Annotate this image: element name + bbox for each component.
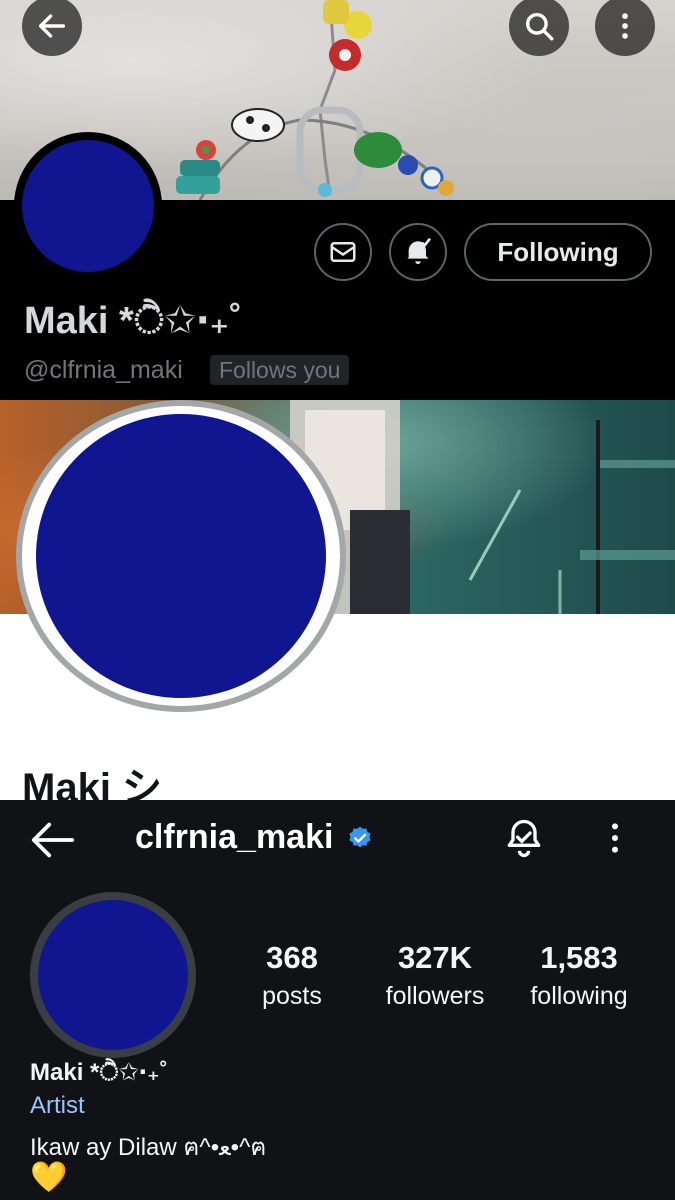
light-profile-section: Maki シ xyxy=(0,400,675,800)
avatar-image xyxy=(36,414,326,698)
avatar-image xyxy=(38,900,188,1050)
stat-label: followers xyxy=(385,982,485,1010)
more-vertical-icon[interactable] xyxy=(600,818,630,858)
stat-value: 1,583 xyxy=(540,940,618,975)
more-vertical-icon xyxy=(622,13,628,39)
bio-display-name: Maki *ੈ✩‧₊˚ xyxy=(30,1059,168,1086)
back-arrow-icon xyxy=(38,14,66,38)
following-button[interactable]: Following xyxy=(464,223,652,281)
back-arrow-icon[interactable] xyxy=(30,820,76,860)
stat-followers[interactable]: 327K followers xyxy=(375,940,495,1011)
stat-following[interactable]: 1,583 following xyxy=(518,940,640,1011)
stat-label: following xyxy=(530,982,628,1010)
bell-icon[interactable] xyxy=(502,816,546,860)
display-name: Maki *ੈ✩‧₊˚ xyxy=(24,300,243,342)
display-name: Maki シ xyxy=(22,766,163,800)
mail-icon xyxy=(330,242,356,262)
bell-check-icon xyxy=(407,237,432,264)
follows-you-badge: Follows you xyxy=(210,355,350,385)
stat-value: 327K xyxy=(397,940,473,975)
profile-avatar-large[interactable] xyxy=(16,400,346,712)
bio-category: Artist xyxy=(30,1092,85,1119)
search-icon xyxy=(525,12,554,41)
profile-avatar[interactable] xyxy=(30,892,196,1058)
avatar-ring xyxy=(22,406,340,706)
ig-profile-section: clfrnia_maki 368 posts 327K followers 1,… xyxy=(0,800,675,1200)
user-handle: @clfrnia_maki xyxy=(24,356,183,384)
username: clfrnia_maki xyxy=(135,818,334,856)
x-profile-section: Following Maki *ੈ✩‧₊˚ @clfrnia_maki Foll… xyxy=(0,0,675,400)
stat-value: 368 xyxy=(266,940,318,975)
verified-badge-icon xyxy=(349,826,371,847)
username-header: clfrnia_maki xyxy=(135,818,373,857)
stat-label: posts xyxy=(262,982,322,1010)
yellow-heart-emoji: 💛 xyxy=(30,1161,68,1194)
profile-avatar[interactable] xyxy=(14,132,162,280)
notifications-button[interactable] xyxy=(389,223,447,281)
avatar-image xyxy=(22,140,154,272)
message-button[interactable] xyxy=(314,223,372,281)
stat-posts[interactable]: 368 posts xyxy=(250,940,334,1011)
